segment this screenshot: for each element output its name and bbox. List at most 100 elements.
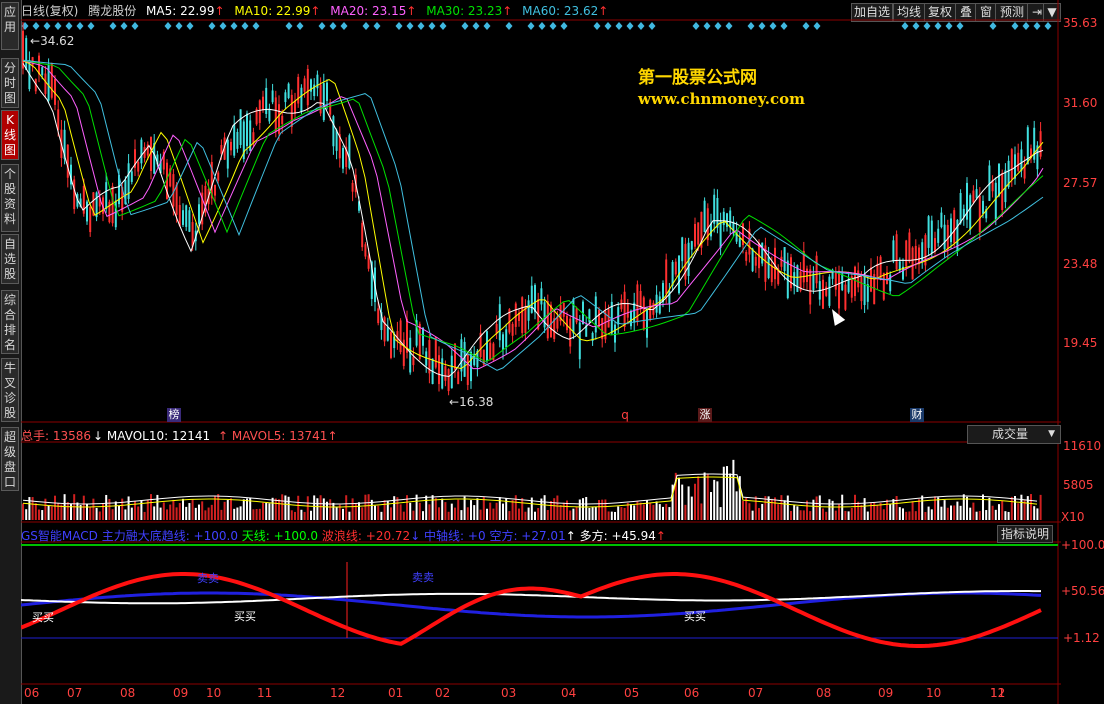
sidebar-tab-apps[interactable]: 应用 <box>1 2 19 50</box>
volume-bar <box>204 510 207 520</box>
candle-body <box>812 273 815 290</box>
sidebar-tab-diagnosis[interactable]: 牛叉诊股 <box>1 358 19 422</box>
candle-body <box>418 323 421 360</box>
volume-bar <box>1014 496 1016 520</box>
event-marker[interactable]: 涨 <box>698 408 712 422</box>
candle-body <box>1020 149 1023 171</box>
month-label: 06 <box>684 686 700 700</box>
candle-body <box>258 100 261 123</box>
volume-bar <box>678 477 680 520</box>
candle-body <box>716 197 719 228</box>
candle-body <box>665 259 668 294</box>
volume-bar <box>466 507 469 520</box>
volume-bar <box>482 497 485 520</box>
candle-body <box>25 38 28 70</box>
candle-body <box>348 135 351 169</box>
candle-body <box>303 78 306 92</box>
volume-bar <box>630 504 632 520</box>
candle-body <box>198 204 200 224</box>
volume-bar <box>262 502 264 520</box>
volume-bar <box>681 484 684 520</box>
volume-bar <box>1033 506 1036 520</box>
candle-body <box>105 182 108 210</box>
candle-body <box>367 255 370 269</box>
volume-bar <box>412 510 415 520</box>
candle-body <box>978 195 981 233</box>
watermark-url: www.chnmoney.com <box>638 90 805 108</box>
candle-body <box>847 278 850 293</box>
signal-diamond <box>758 22 766 30</box>
signal-diamond <box>923 22 931 30</box>
volume-bar <box>799 510 802 520</box>
sidebar-tab-ranking[interactable]: 综合排名 <box>1 290 19 354</box>
sidebar-tab-super-quote[interactable]: 超级盘口 <box>1 427 19 491</box>
month-label: 01 <box>388 686 404 700</box>
volume-bar <box>428 504 431 520</box>
candle-body <box>646 308 648 338</box>
volume-bar <box>322 498 325 520</box>
sidebar-tab-stock-info[interactable]: 个股资料 <box>1 164 19 232</box>
candle-body <box>335 130 338 151</box>
volume-bar <box>354 503 357 520</box>
signal-diamond <box>538 22 546 30</box>
volume-bar <box>31 497 34 520</box>
candle-body <box>905 240 908 267</box>
volume-dropdown[interactable]: 成交量 ▼ <box>967 425 1061 444</box>
volume-bar <box>582 498 584 520</box>
candle-body <box>828 276 831 306</box>
month-label: 03 <box>501 686 517 700</box>
volume-bar <box>207 507 210 520</box>
candle-body <box>745 251 748 261</box>
volume-bar <box>783 500 786 520</box>
candle-body <box>684 243 687 280</box>
candle-body <box>322 83 325 121</box>
volume-bar <box>985 510 988 520</box>
volume-bar <box>774 497 776 520</box>
sidebar-tab-kline[interactable]: K线图 <box>1 110 19 160</box>
signal-diamond <box>560 22 568 30</box>
candle-body <box>546 301 549 339</box>
candle-body <box>236 131 239 149</box>
candle-body <box>332 116 335 147</box>
event-marker[interactable]: 榜 <box>167 408 181 422</box>
volume-bar <box>377 505 380 520</box>
candle-body <box>246 113 248 146</box>
candle-body <box>396 331 399 342</box>
price-axis-label: 31.60 <box>1063 96 1098 110</box>
candle-body <box>614 324 616 343</box>
indicator-header: GS智能MACD 主力融大底趋线: +100.0 天线: +100.0 波浪线:… <box>21 529 666 543</box>
candle-body <box>422 327 424 346</box>
volume-bar <box>1017 503 1020 520</box>
volume-bar <box>306 496 309 520</box>
candle-body <box>114 200 117 228</box>
candle-body <box>713 194 716 224</box>
signal-diamond <box>483 22 491 30</box>
event-marker[interactable]: q <box>618 408 632 422</box>
indicator-explain-button[interactable]: 指标说明 <box>997 525 1053 543</box>
signal-diamond <box>65 22 73 30</box>
event-marker[interactable]: 财 <box>910 408 924 422</box>
volume-bar <box>137 506 140 520</box>
volume-bar <box>902 508 904 520</box>
candle-body <box>412 356 415 366</box>
volume-bar <box>642 504 645 520</box>
sidebar-tab-watchlist[interactable]: 自选股 <box>1 234 19 284</box>
candle-body <box>300 87 303 112</box>
volume-bar <box>1001 500 1004 520</box>
candle-body <box>918 247 920 265</box>
volume-bar <box>265 502 268 520</box>
signal-diamond <box>285 22 293 30</box>
candle-body <box>863 274 866 306</box>
volume-bar <box>214 496 216 520</box>
volume-bar <box>748 503 751 520</box>
candle-body <box>975 189 978 199</box>
volume-bar <box>182 498 184 520</box>
candle-body <box>575 308 578 323</box>
volume-bar <box>502 503 504 520</box>
signal-diamond <box>43 22 51 30</box>
volume-bar <box>914 511 917 520</box>
candle-body <box>450 355 453 389</box>
sidebar-tab-intraday[interactable]: 分时图 <box>1 58 19 108</box>
volume-bar <box>754 496 757 520</box>
volume-bar <box>898 507 901 520</box>
